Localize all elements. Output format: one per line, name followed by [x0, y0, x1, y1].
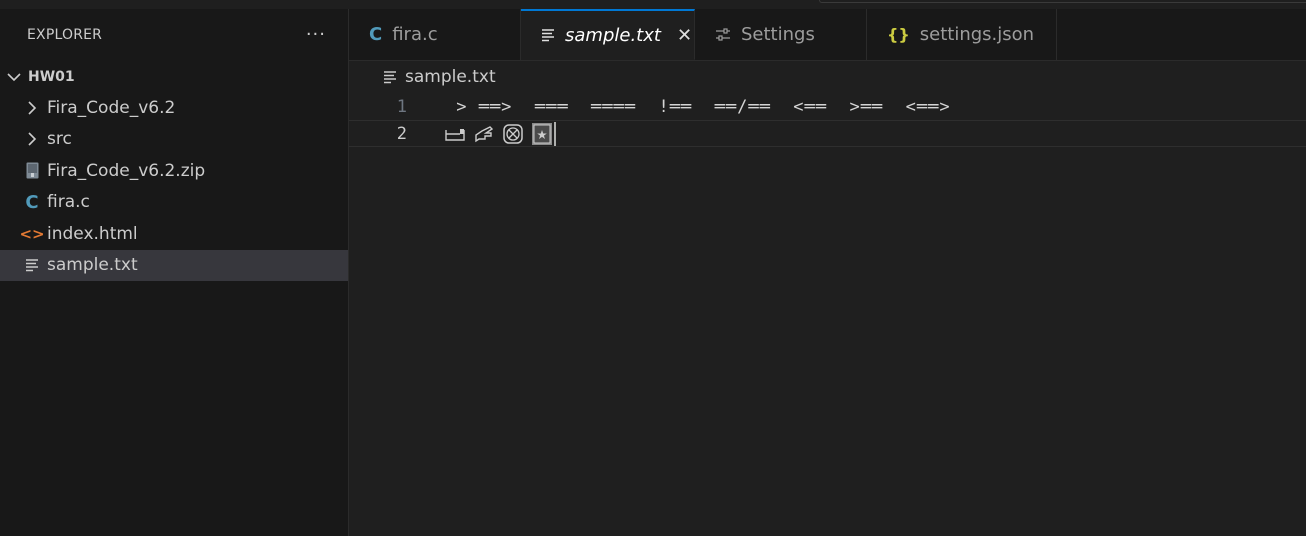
more-actions-button[interactable]: ··· — [306, 26, 326, 44]
star-badge-icon — [532, 122, 552, 145]
tab-sample-txt[interactable]: sample.txt ✕ — [521, 9, 695, 60]
tab-fira-c[interactable]: C fira.c — [349, 9, 521, 60]
line-number: 1 — [396, 96, 407, 117]
folder-root-label: HW01 — [28, 68, 75, 85]
tree-item-label: fira.c — [47, 192, 90, 213]
json-braces-icon: {} — [887, 25, 910, 44]
chevron-down-icon — [7, 72, 21, 81]
line-text: > ══> ═══ ════ !══ ══/══ <══ >══ <══> — [445, 96, 951, 117]
text-cursor — [554, 121, 556, 146]
tree-item-zip-file[interactable]: Fira_Code_v6.2.zip — [0, 155, 348, 187]
settings-sliders-icon — [715, 27, 731, 42]
title-bar-strip — [0, 0, 1306, 9]
tab-label: sample.txt — [565, 24, 661, 46]
explorer-header: EXPLORER ··· — [0, 9, 348, 61]
text-file-icon — [24, 256, 40, 274]
tree-item-label: index.html — [47, 223, 138, 244]
hand-icon — [475, 125, 494, 142]
chevron-right-icon — [24, 99, 40, 117]
chevron-right-icon — [24, 130, 40, 148]
tab-settings-json[interactable]: {} settings.json — [867, 9, 1057, 60]
text-file-icon — [541, 28, 555, 42]
line-glyphs — [445, 121, 556, 146]
tree-item-label: Fira_Code_v6.2.zip — [47, 160, 206, 181]
tree-item-sample-txt[interactable]: sample.txt — [0, 249, 348, 281]
code-editor[interactable]: 1 > ══> ═══ ════ !══ ══/══ <══ >══ <══> … — [349, 93, 1306, 147]
tree-item-label: Fira_Code_v6.2 — [47, 97, 176, 118]
tab-settings[interactable]: Settings — [695, 9, 867, 60]
tab-label: fira.c — [392, 24, 438, 45]
folder-root-hw01[interactable]: HW01 — [0, 61, 348, 92]
breadcrumb: sample.txt — [349, 61, 1306, 93]
tray-icon — [445, 128, 465, 141]
cancel-box-icon — [503, 123, 523, 144]
editor-tabs: C fira.c sample.txt ✕ Settings {} settin… — [349, 9, 1306, 61]
c-file-icon: C — [25, 191, 39, 213]
tree-item-index-html[interactable]: <> index.html — [0, 218, 348, 250]
tree-item-fira-code-folder[interactable]: Fira_Code_v6.2 — [0, 92, 348, 124]
tab-label: Settings — [741, 24, 815, 45]
editor-area: C fira.c sample.txt ✕ Settings {} settin… — [349, 9, 1306, 536]
code-line[interactable]: 1 > ══> ═══ ════ !══ ══/══ <══ >══ <══> — [349, 93, 1306, 120]
tree-item-label: src — [47, 129, 72, 150]
tab-label: settings.json — [919, 24, 1035, 45]
explorer-sidebar: EXPLORER ··· HW01 Fira_Code_v6.2 src Fir… — [0, 9, 349, 536]
code-line-current[interactable]: 2 — [349, 120, 1306, 147]
close-icon[interactable]: ✕ — [677, 25, 692, 46]
text-file-icon — [383, 70, 397, 84]
breadcrumb-file[interactable]: sample.txt — [405, 67, 496, 87]
zip-file-icon — [24, 162, 40, 180]
html-file-icon: <> — [19, 224, 45, 243]
tree-item-src-folder[interactable]: src — [0, 124, 348, 156]
command-center-edge — [819, 0, 1306, 3]
tree-item-fira-c[interactable]: C fira.c — [0, 187, 348, 219]
tree-item-label: sample.txt — [47, 255, 138, 276]
line-number: 2 — [396, 123, 407, 144]
c-file-icon: C — [369, 24, 383, 45]
explorer-title: EXPLORER — [27, 27, 103, 43]
